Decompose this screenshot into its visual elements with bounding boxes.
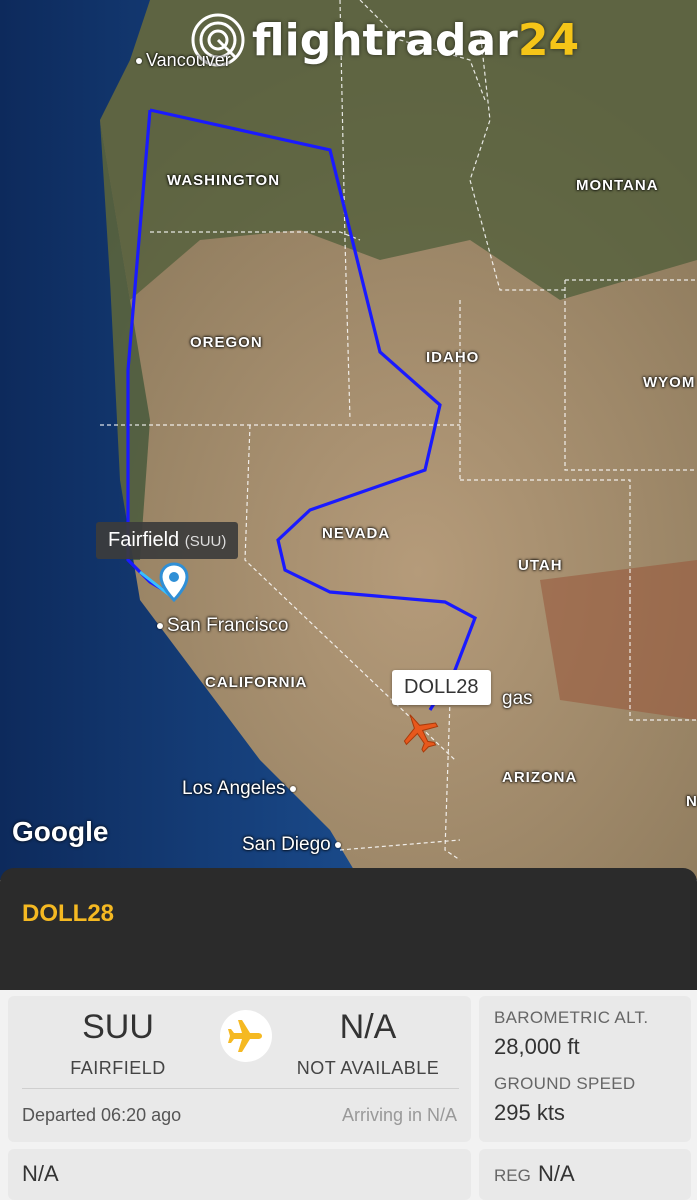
origin-tooltip[interactable]: Fairfield (SUU) xyxy=(96,522,239,559)
stats-card[interactable]: BAROMETRIC ALT. 28,000 ft GROUND SPEED 2… xyxy=(479,996,691,1142)
state-utah: UTAH xyxy=(518,557,563,574)
airplane-icon xyxy=(228,1020,262,1052)
state-california: CALIFORNIA xyxy=(205,674,308,691)
reg-value: N/A xyxy=(538,1161,575,1186)
reg-label: REG xyxy=(494,1166,531,1185)
state-oregon: OREGON xyxy=(190,334,263,351)
city-san-diego: San Diego xyxy=(242,834,345,856)
destination-name: NOT AVAILABLE xyxy=(296,1058,440,1078)
route-divider xyxy=(22,1088,459,1089)
aircraft-icon[interactable] xyxy=(398,710,442,754)
city-vancouver: Vancouver xyxy=(132,50,231,71)
speed-label: GROUND SPEED xyxy=(494,1074,636,1093)
flight-tooltip[interactable]: DOLL28 xyxy=(392,670,491,705)
departed-text: Departed 06:20 ago xyxy=(22,1105,182,1125)
arriving-text: Arriving in N/A xyxy=(341,1105,457,1125)
speed-value: 295 kts xyxy=(494,1100,565,1125)
aircraft-type-card[interactable]: N/A xyxy=(8,1149,471,1200)
city-las-vegas-partial: gas xyxy=(502,688,533,709)
flight-header-panel[interactable]: DOLL28 xyxy=(0,868,697,990)
route-card[interactable]: SUU FAIRFIELD N/A NOT AVAILABLE Departed… xyxy=(8,996,471,1142)
city-los-angeles: Los Angeles xyxy=(182,778,300,800)
destination-code: N/A xyxy=(339,1008,397,1046)
altitude-label: BAROMETRIC ALT. xyxy=(494,1008,649,1027)
route-plane-badge xyxy=(220,1010,272,1062)
aircraft-type-value: N/A xyxy=(22,1161,59,1186)
state-nevada: NEVADA xyxy=(322,525,391,542)
origin-name: FAIRFIELD xyxy=(70,1058,166,1078)
map-terrain xyxy=(0,0,697,880)
altitude-value: 28,000 ft xyxy=(494,1034,580,1059)
flight-callsign: DOLL28 xyxy=(22,900,115,927)
flight-map[interactable]: flightradar24 Vancouver WASHINGTON MONTA… xyxy=(0,0,697,880)
state-idaho: IDAHO xyxy=(426,349,480,366)
airport-pin-icon[interactable] xyxy=(159,562,189,602)
state-montana: MONTANA xyxy=(576,177,659,194)
google-attribution: Google xyxy=(12,816,109,847)
state-washington: WASHINGTON xyxy=(167,172,281,189)
city-san-francisco: San Francisco xyxy=(153,615,288,637)
registration-card[interactable]: REG N/A xyxy=(479,1149,691,1200)
origin-code: SUU xyxy=(82,1008,154,1046)
flightradar-logo: flightradar24 xyxy=(190,12,579,68)
state-arizona: ARIZONA xyxy=(502,769,578,786)
state-wyoming: WYOM xyxy=(643,374,696,391)
state-partial: N xyxy=(686,793,697,810)
